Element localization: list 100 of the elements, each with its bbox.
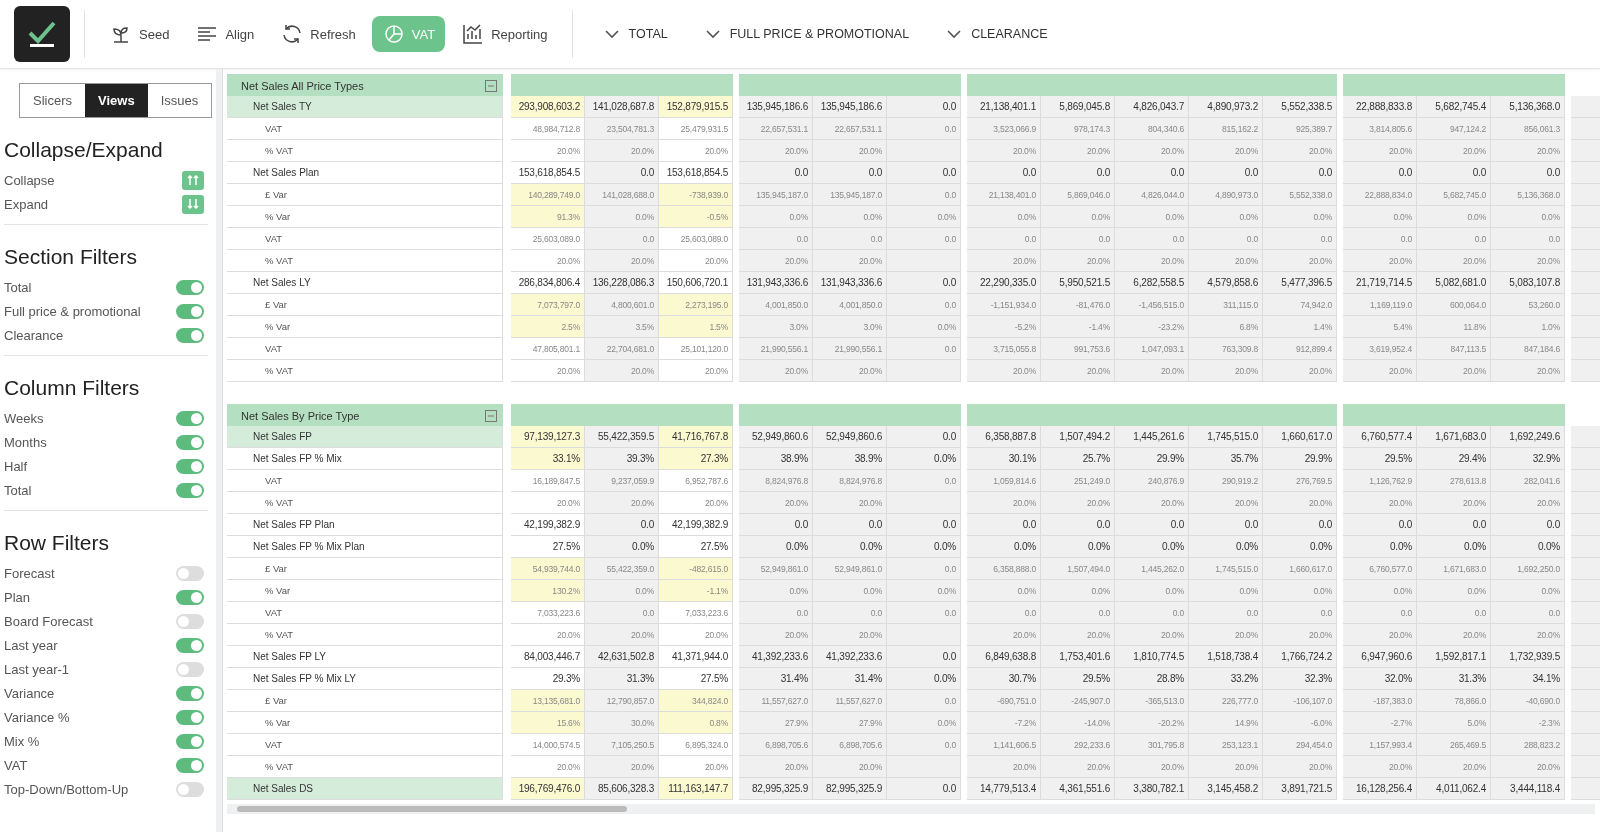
collapse-button[interactable] xyxy=(182,170,204,190)
toolbar-button[interactable]: Seed xyxy=(99,16,180,52)
empty-cell xyxy=(1571,624,1600,646)
empty-cell xyxy=(1571,734,1600,756)
horizontal-scrollbar[interactable] xyxy=(227,804,1595,814)
expand-button[interactable] xyxy=(182,194,204,214)
row-label[interactable]: VAT xyxy=(227,602,503,624)
row-label[interactable]: VAT xyxy=(227,228,503,250)
toggle-switch[interactable] xyxy=(176,565,204,581)
table-cell: 1,047,093.1 xyxy=(1115,338,1189,360)
table-cell: 0.0% xyxy=(1115,206,1189,228)
row-label[interactable]: VAT xyxy=(227,470,503,492)
table-cell: 141,028,687.8 xyxy=(585,96,659,118)
row-label[interactable]: VAT xyxy=(227,118,503,140)
collapse-icon[interactable] xyxy=(485,80,497,92)
table-cell: 20.0% xyxy=(659,756,733,778)
table-cell: 47,805,801.1 xyxy=(511,338,585,360)
table-cell: 4,579,858.6 xyxy=(1189,272,1263,294)
toggle-switch[interactable] xyxy=(176,327,204,343)
table-cell: 20.0% xyxy=(1343,624,1417,646)
sidebar-tab[interactable]: Views xyxy=(85,84,148,117)
row-label[interactable]: % Var xyxy=(227,712,503,734)
table-cell: 0.0 xyxy=(887,778,961,800)
section-dropdown[interactable]: TOTAL xyxy=(598,27,674,41)
table-cell: 22,888,833.8 xyxy=(1343,96,1417,118)
empty-cell xyxy=(1571,272,1600,294)
table-cell: 20.0% xyxy=(967,360,1041,382)
toggle-switch[interactable] xyxy=(176,303,204,319)
table-cell: 20.0% xyxy=(1417,250,1491,272)
table-cell: 42,199,382.9 xyxy=(511,514,585,536)
row-label[interactable]: Net Sales FP % Mix xyxy=(227,448,503,470)
table-cell: 150,606,720.1 xyxy=(659,272,733,294)
row-label[interactable]: % VAT xyxy=(227,624,503,646)
row-label[interactable]: % VAT xyxy=(227,140,503,162)
table-cell: 0.0 xyxy=(1041,228,1115,250)
toggle-switch[interactable] xyxy=(176,410,204,426)
row-label[interactable]: % VAT xyxy=(227,756,503,778)
row-label[interactable]: Net Sales DS xyxy=(227,778,503,800)
row-label[interactable]: % Var xyxy=(227,580,503,602)
section-dropdown[interactable]: FULL PRICE & PROMOTIONAL xyxy=(699,27,916,41)
table-cell: 82,995,325.9 xyxy=(739,778,813,800)
table-cell: 20.0% xyxy=(1189,492,1263,514)
table-cell: 0.0% xyxy=(1491,536,1565,558)
table-cell: 7,073,797.0 xyxy=(511,294,585,316)
toggle-switch[interactable] xyxy=(176,661,204,677)
filter-label: Variance xyxy=(4,685,55,701)
row-label[interactable]: VAT xyxy=(227,338,503,360)
toggle-switch[interactable] xyxy=(176,685,204,701)
table-cell: 42,631,502.8 xyxy=(585,646,659,668)
table-cell: 3,619,952.4 xyxy=(1343,338,1417,360)
row-label[interactable]: % VAT xyxy=(227,250,503,272)
table-cell: 20.0% xyxy=(739,360,813,382)
row-label[interactable]: Net Sales TY xyxy=(227,96,503,118)
toggle-switch[interactable] xyxy=(176,757,204,773)
row-label[interactable]: £ Var xyxy=(227,558,503,580)
toggle-switch[interactable] xyxy=(176,637,204,653)
row-label[interactable]: Net Sales FP Plan xyxy=(227,514,503,536)
table-cell: 130.2% xyxy=(511,580,585,602)
table-cell: 4,001,850.0 xyxy=(739,294,813,316)
row-label[interactable]: Net Sales FP xyxy=(227,426,503,448)
toggle-switch[interactable] xyxy=(176,482,204,498)
row-label[interactable]: £ Var xyxy=(227,294,503,316)
table-cell: 0.0% xyxy=(1263,536,1337,558)
row-label[interactable]: Net Sales LY xyxy=(227,272,503,294)
toggle-switch[interactable] xyxy=(176,589,204,605)
row-label[interactable]: % Var xyxy=(227,316,503,338)
filter-label: Variance % xyxy=(4,709,70,725)
table-cell: -245,907.0 xyxy=(1041,690,1115,712)
table-cell: 20.0% xyxy=(1417,140,1491,162)
row-label[interactable]: % VAT xyxy=(227,360,503,382)
table-cell: 20.0% xyxy=(1343,492,1417,514)
row-label[interactable]: VAT xyxy=(227,734,503,756)
row-label[interactable]: £ Var xyxy=(227,184,503,206)
app-logo[interactable] xyxy=(14,6,70,62)
row-label[interactable]: Net Sales Plan xyxy=(227,162,503,184)
toggle-switch[interactable] xyxy=(176,613,204,629)
toolbar-button[interactable]: Align xyxy=(185,16,265,52)
row-label[interactable]: Net Sales FP % Mix LY xyxy=(227,668,503,690)
table-cell: 253,123.1 xyxy=(1189,734,1263,756)
row-label[interactable]: Net Sales FP % Mix Plan xyxy=(227,536,503,558)
table-cell: 0.0 xyxy=(1491,602,1565,624)
toolbar-button[interactable]: Reporting xyxy=(451,16,558,52)
toggle-switch[interactable] xyxy=(176,781,204,797)
table-cell: 30.1% xyxy=(967,448,1041,470)
row-label[interactable]: £ Var xyxy=(227,690,503,712)
toolbar-button[interactable]: Refresh xyxy=(270,16,366,52)
collapse-icon[interactable] xyxy=(485,410,497,422)
section-dropdown[interactable]: CLEARANCE xyxy=(941,27,1054,41)
toggle-switch[interactable] xyxy=(176,279,204,295)
toggle-switch[interactable] xyxy=(176,458,204,474)
table-cell: 293,908,603.2 xyxy=(511,96,585,118)
table-cell: 4,890,973.0 xyxy=(1189,184,1263,206)
table-cell: 2.5% xyxy=(511,316,585,338)
table-cell: 3,715,055.8 xyxy=(967,338,1041,360)
toggle-switch[interactable] xyxy=(176,733,204,749)
toggle-switch[interactable] xyxy=(176,709,204,725)
row-label[interactable]: Net Sales FP LY xyxy=(227,646,503,668)
row-label[interactable]: % VAT xyxy=(227,492,503,514)
toggle-switch[interactable] xyxy=(176,434,204,450)
row-label[interactable]: % Var xyxy=(227,206,503,228)
